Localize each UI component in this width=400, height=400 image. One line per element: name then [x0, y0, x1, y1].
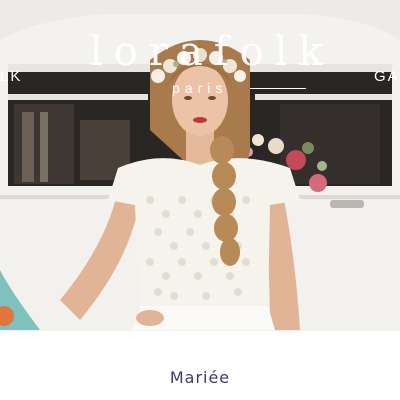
caption-bar — [0, 330, 400, 400]
hero-image[interactable]: LK GA lorafolk paris — [0, 0, 400, 330]
brand-logo[interactable]: lorafolk — [90, 30, 334, 74]
brand-underline — [250, 88, 306, 89]
nav-fragment-right[interactable]: GA — [374, 68, 400, 85]
brand-subtitle: paris — [172, 80, 228, 96]
nav-fragment-left[interactable]: LK — [0, 68, 22, 85]
category-label[interactable]: Mariée — [0, 368, 400, 387]
